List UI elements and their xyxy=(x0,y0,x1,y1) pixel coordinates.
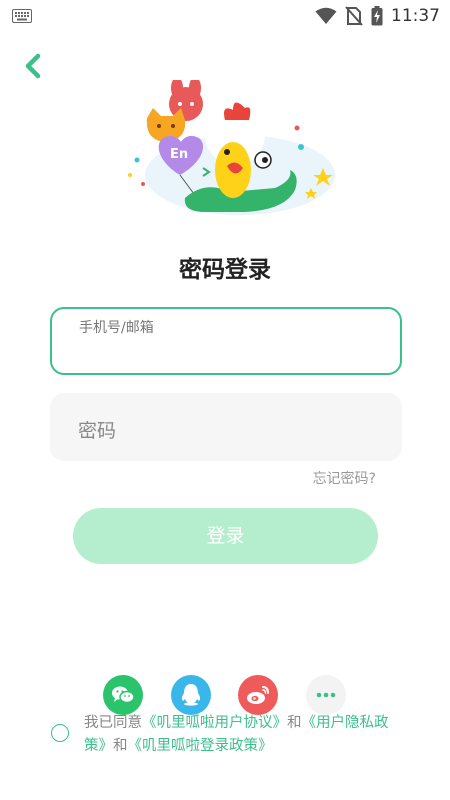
user-agreement-link[interactable]: 《叽里呱啦用户协议》 xyxy=(142,715,287,731)
phone-email-field[interactable]: 手机号/邮箱 xyxy=(50,307,402,375)
wechat-login-button[interactable] xyxy=(103,675,143,715)
more-icon xyxy=(316,692,336,698)
battery-charging-icon xyxy=(371,6,383,26)
wechat-icon xyxy=(112,686,135,704)
login-button[interactable]: 登录 xyxy=(73,508,378,564)
agreement-checkbox[interactable] xyxy=(51,724,69,742)
qq-penguin-icon xyxy=(181,684,201,706)
status-bar: 11:37 xyxy=(0,0,450,32)
phone-email-label: 手机号/邮箱 xyxy=(79,320,154,336)
password-field[interactable]: 密码 xyxy=(50,393,402,461)
wifi-icon xyxy=(315,7,337,24)
agreement-text: 我已同意《叽里呱啦用户协议》和《用户隐私政策》和《叽里呱啦登录政策》 xyxy=(84,712,394,758)
agreement-and-1: 和 xyxy=(287,715,302,731)
weibo-icon xyxy=(247,686,269,704)
keyboard-icon xyxy=(12,9,32,23)
forgot-password-link[interactable]: 忘记密码? xyxy=(313,468,376,488)
password-placeholder: 密码 xyxy=(78,420,117,442)
mascot-illustration: En xyxy=(128,80,335,215)
no-sim-icon xyxy=(345,6,363,26)
status-time: 11:37 xyxy=(391,6,440,26)
back-button[interactable] xyxy=(18,50,50,82)
bunny-balloon xyxy=(169,80,203,121)
agreement-and-2: 和 xyxy=(113,738,128,754)
qq-login-button[interactable] xyxy=(171,675,211,715)
agreement-prefix: 我已同意 xyxy=(84,715,142,731)
weibo-login-button[interactable] xyxy=(238,675,278,715)
more-login-options-button[interactable] xyxy=(306,675,346,715)
page-title: 密码登录 xyxy=(179,257,271,283)
login-policy-link[interactable]: 《叽里呱啦登录政策》 xyxy=(128,738,273,754)
svg-text:En: En xyxy=(170,147,188,162)
chevron-left-icon xyxy=(25,53,41,79)
